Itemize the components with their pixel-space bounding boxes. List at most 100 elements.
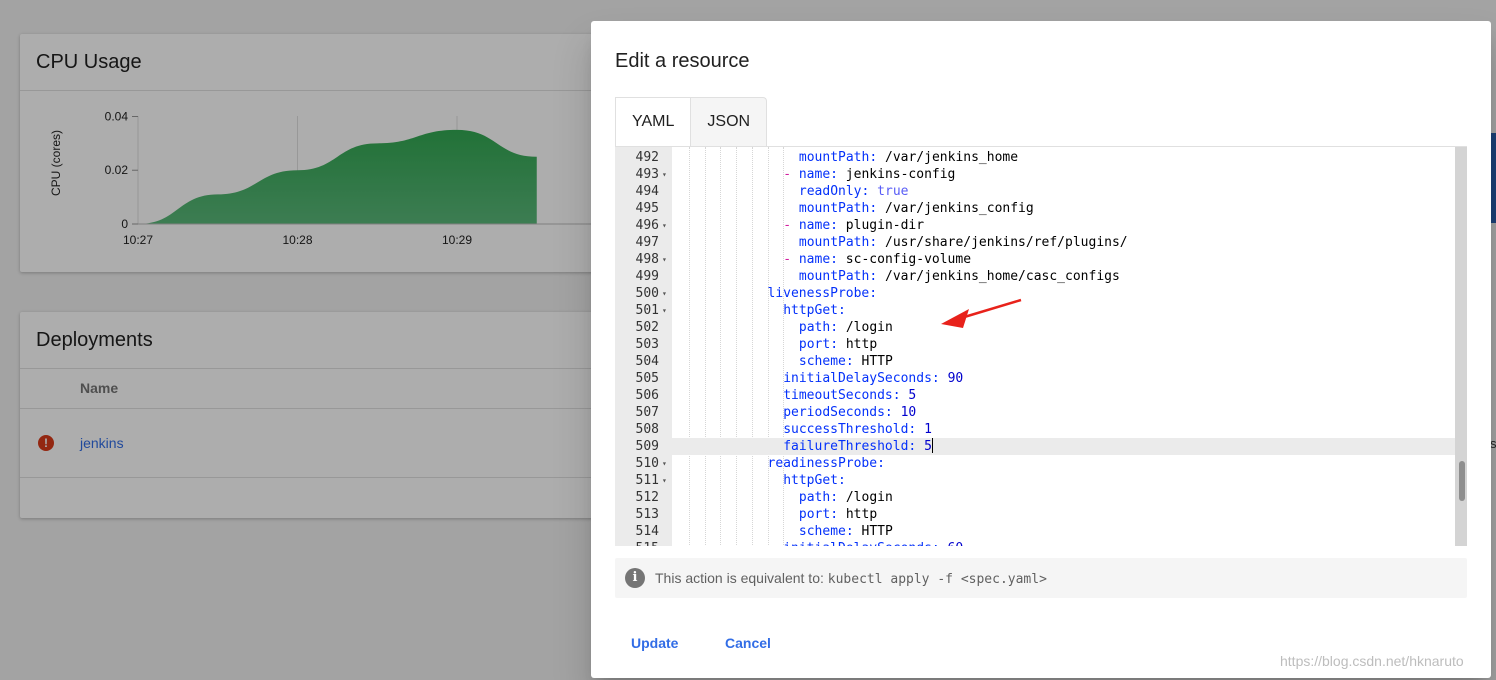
code-line[interactable]: 509 failureThreshold: 5 bbox=[615, 438, 1457, 455]
code-line[interactable]: 496 ▾ - name: plugin-dir bbox=[615, 217, 1457, 234]
watermark: https://blog.csdn.net/hknaruto bbox=[1280, 653, 1464, 669]
editor-lines: 492 mountPath: /var/jenkins_home 493 ▾ - nam… bbox=[615, 149, 1457, 546]
code-line[interactable]: 506 timeoutSeconds: 5 bbox=[615, 387, 1457, 404]
code-line[interactable]: 502 path: /login bbox=[615, 319, 1457, 336]
line-number: 512 bbox=[635, 490, 659, 505]
code-text: port: http bbox=[799, 506, 877, 523]
line-number: 507 bbox=[635, 405, 659, 420]
line-number: 511 bbox=[635, 473, 659, 488]
line-number: 498 bbox=[635, 252, 659, 267]
code-token: mountPath: bbox=[798, 150, 878, 165]
code-line[interactable]: 500 ▾ livenessProbe: bbox=[615, 285, 1457, 302]
code-line[interactable]: 494 readOnly: true bbox=[615, 183, 1457, 200]
code-token: - bbox=[783, 167, 799, 182]
code-token: httpGet: bbox=[783, 303, 846, 318]
code-token: http bbox=[838, 337, 878, 352]
text-cursor bbox=[931, 438, 933, 453]
code-line[interactable]: 515 initialDelaySeconds: 60 bbox=[615, 540, 1457, 546]
code-line[interactable]: 511 ▾ httpGet: bbox=[615, 472, 1457, 489]
code-token: true bbox=[877, 184, 909, 199]
code-token: mountPath: bbox=[798, 201, 878, 216]
fold-toggle-icon[interactable]: ▾ bbox=[662, 302, 667, 319]
code-text: - name: jenkins-config bbox=[783, 166, 955, 183]
code-token: scheme: bbox=[798, 524, 854, 539]
code-text: httpGet: bbox=[783, 472, 846, 489]
code-token: /usr/share/jenkins/ref/plugins/ bbox=[877, 235, 1128, 250]
code-line[interactable]: 499 mountPath: /var/jenkins_home/casc_con… bbox=[615, 268, 1457, 285]
code-line[interactable]: 501 ▾ httpGet: bbox=[615, 302, 1457, 319]
tab-yaml[interactable]: YAML bbox=[615, 97, 692, 146]
code-line[interactable]: 493 ▾ - name: jenkins-config bbox=[615, 166, 1457, 183]
editor-scrollbar-thumb[interactable] bbox=[1459, 461, 1465, 501]
code-token: /var/jenkins_config bbox=[877, 201, 1034, 216]
code-text: path: /login bbox=[799, 489, 893, 506]
code-line[interactable]: 507 periodSeconds: 10 bbox=[615, 404, 1457, 421]
code-line[interactable]: 503 port: http bbox=[615, 336, 1457, 353]
code-line[interactable]: 512 path: /login bbox=[615, 489, 1457, 506]
code-line[interactable]: 514 scheme: HTTP bbox=[615, 523, 1457, 540]
code-text: scheme: HTTP bbox=[799, 523, 893, 540]
fold-toggle-icon[interactable]: ▾ bbox=[662, 285, 667, 302]
code-token: scheme: bbox=[798, 354, 854, 369]
code-token: 1 bbox=[924, 422, 932, 437]
code-line[interactable]: 504 scheme: HTTP bbox=[615, 353, 1457, 370]
line-number: 494 bbox=[635, 184, 659, 199]
code-token: - bbox=[783, 252, 799, 267]
code-token: mountPath: bbox=[798, 269, 878, 284]
line-number: 503 bbox=[635, 337, 659, 352]
code-text: - name: sc-config-volume bbox=[783, 251, 971, 268]
code-token: 90 bbox=[947, 371, 964, 386]
code-text: readinessProbe: bbox=[768, 455, 885, 472]
code-line[interactable]: 513 port: http bbox=[615, 506, 1457, 523]
code-token: 5 bbox=[924, 439, 932, 454]
update-button[interactable]: Update bbox=[615, 631, 694, 655]
code-token: 5 bbox=[908, 388, 917, 403]
edit-resource-dialog: Edit a resource YAML JSON 492 mountPath: … bbox=[591, 21, 1491, 678]
line-number: 505 bbox=[635, 371, 659, 386]
cancel-button[interactable]: Cancel bbox=[709, 631, 787, 655]
code-text: mountPath: /var/jenkins_home bbox=[799, 149, 1018, 166]
code-token: name: bbox=[798, 167, 838, 182]
line-number: 502 bbox=[635, 320, 659, 335]
annotation-arrow-icon bbox=[941, 298, 1022, 328]
line-number: 513 bbox=[635, 507, 659, 522]
line-number: 508 bbox=[635, 422, 659, 437]
line-number: 509 bbox=[635, 439, 659, 454]
code-token: mountPath: bbox=[798, 235, 878, 250]
editor-scrollbar[interactable] bbox=[1455, 147, 1467, 546]
code-line[interactable]: 508 successThreshold: 1 bbox=[615, 421, 1457, 438]
line-number: 504 bbox=[635, 354, 659, 369]
code-token: periodSeconds: bbox=[783, 405, 893, 420]
line-number: 492 bbox=[635, 150, 659, 165]
code-line[interactable]: 492 mountPath: /var/jenkins_home bbox=[615, 149, 1457, 166]
code-token: sc-config-volume bbox=[837, 252, 972, 267]
fold-toggle-icon[interactable]: ▾ bbox=[662, 455, 667, 472]
fold-toggle-icon[interactable]: ▾ bbox=[662, 166, 667, 183]
code-line[interactable]: 498 ▾ - name: sc-config-volume bbox=[615, 251, 1457, 268]
code-line[interactable]: 497 mountPath: /usr/share/jenkins/ref/plu… bbox=[615, 234, 1457, 251]
code-token: plugin-dir bbox=[837, 218, 925, 233]
code-token: 10 bbox=[900, 405, 917, 420]
fold-toggle-icon[interactable]: ▾ bbox=[662, 472, 667, 489]
code-token: timeoutSeconds: bbox=[783, 388, 901, 403]
tab-json[interactable]: JSON bbox=[691, 97, 768, 146]
code-line[interactable]: 505 initialDelaySeconds: 90 bbox=[615, 370, 1457, 387]
code-token: failureThreshold: bbox=[783, 439, 917, 454]
code-text: readOnly: true bbox=[799, 183, 909, 200]
code-token: readinessProbe: bbox=[767, 456, 885, 471]
dialog-title: Edit a resource bbox=[615, 50, 750, 72]
code-editor[interactable]: 492 mountPath: /var/jenkins_home 493 ▾ - nam… bbox=[615, 146, 1467, 546]
fold-toggle-icon[interactable]: ▾ bbox=[662, 251, 667, 268]
info-label: This action is equivalent to: bbox=[655, 570, 824, 586]
code-line[interactable]: 510 ▾ readinessProbe: bbox=[615, 455, 1457, 472]
code-text: livenessProbe: bbox=[768, 285, 878, 302]
code-line[interactable]: 495 mountPath: /var/jenkins_config bbox=[615, 200, 1457, 217]
code-token: /var/jenkins_home bbox=[877, 150, 1019, 165]
fold-toggle-icon[interactable]: ▾ bbox=[662, 217, 667, 234]
line-number: 493 bbox=[635, 167, 659, 182]
line-number: 515 bbox=[615, 540, 659, 546]
